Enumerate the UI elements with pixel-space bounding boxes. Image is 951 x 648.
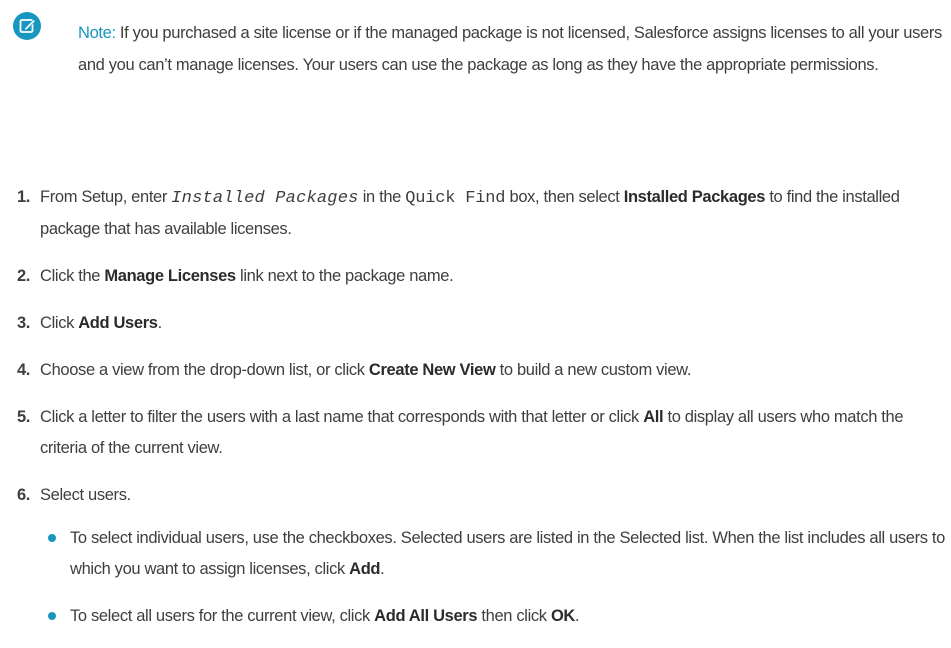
bullet-text: To select all users for the current view…: [70, 607, 375, 625]
step-text: in the: [358, 188, 406, 206]
ui-label-add-users: Add Users: [78, 314, 158, 332]
step-text: Click: [40, 314, 79, 332]
step-number: 4.: [16, 361, 30, 379]
bullet-item: To select all users for the current view…: [40, 601, 951, 632]
ui-label-installed-packages: Installed Packages: [623, 188, 766, 206]
step-item: 2. Click the Manage Licenses link next t…: [0, 261, 940, 292]
step-text: box, then select: [505, 188, 624, 206]
bullet-item: To select individual users, use the chec…: [40, 523, 951, 585]
ui-label-ok: OK: [550, 607, 575, 625]
bullet-text: .: [575, 607, 580, 625]
steps-list: 1. From Setup, enter Installed Packages …: [0, 182, 951, 648]
step-text: to build a new custom view.: [495, 361, 692, 379]
note-body: If you purchased a site license or if th…: [78, 24, 942, 74]
bullet-text: then click: [477, 607, 551, 625]
ui-label-manage-licenses: Manage Licenses: [104, 267, 236, 285]
note-text: Note: If you purchased a site license or…: [78, 17, 951, 81]
edit-note-icon: [12, 11, 42, 41]
step-number: 3.: [16, 314, 30, 332]
step-number: 2.: [16, 267, 30, 285]
bullet-list: To select individual users, use the chec…: [40, 523, 945, 632]
step-item: 6. Select users. To select individual us…: [0, 480, 945, 632]
bullet-dot-icon: [48, 534, 56, 542]
step-number: 1.: [16, 188, 30, 206]
code-installed-packages: Installed Packages: [171, 189, 359, 208]
step-number: 5.: [16, 408, 30, 426]
documentation-page: Note: If you purchased a site license or…: [0, 0, 951, 625]
step-item: 4. Choose a view from the drop-down list…: [0, 355, 940, 386]
step-text: From Setup, enter: [40, 188, 172, 206]
step-item: 3. Click Add Users.: [0, 308, 940, 339]
step-text: Choose a view from the drop-down list, o…: [40, 361, 369, 379]
step-number: 6.: [16, 486, 30, 504]
step-text: Select users.: [40, 486, 131, 504]
step-text: .: [157, 314, 163, 332]
code-quick-find: Quick Find: [405, 189, 506, 208]
ui-label-all: All: [643, 408, 664, 426]
step-text: Click a letter to filter the users with …: [40, 408, 644, 426]
step-text: Click the: [40, 267, 105, 285]
ui-label-create-new-view: Create New View: [368, 361, 496, 379]
bullet-text: To select individual users, use the chec…: [70, 529, 945, 578]
step-text: link next to the package name.: [235, 267, 454, 285]
step-item: 5. Click a letter to filter the users wi…: [0, 402, 940, 464]
bullet-text: .: [380, 560, 385, 578]
ui-label-add-all-users: Add All Users: [374, 607, 478, 625]
step-item: 1. From Setup, enter Installed Packages …: [0, 182, 940, 245]
bullet-dot-icon: [48, 612, 56, 620]
ui-label-add: Add: [349, 560, 381, 578]
note-label: Note:: [78, 24, 116, 42]
